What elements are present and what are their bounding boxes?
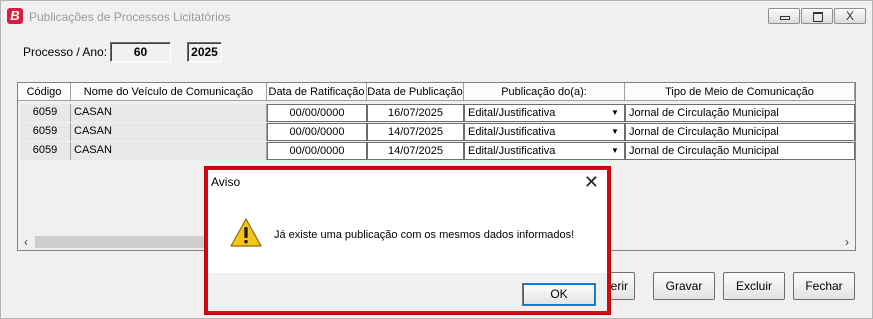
column-header-codigo[interactable]: Código (18, 83, 71, 101)
cell-codigo: 6059 (20, 123, 71, 141)
cell-tipo-publicacao[interactable]: Edital/Justificativa (464, 142, 625, 160)
cell-meio[interactable]: Jornal de Circulação Municipal (625, 104, 855, 122)
close-button[interactable]: X (834, 8, 866, 24)
scroll-right-icon[interactable]: › (839, 234, 855, 250)
cell-meio[interactable]: Jornal de Circulação Municipal (625, 123, 855, 141)
dialog-title: Aviso (211, 175, 241, 189)
cell-meio[interactable]: Jornal de Circulação Municipal (625, 142, 855, 160)
table-row[interactable]: 6059 CASAN 00/00/0000 14/07/2025 Edital/… (18, 142, 855, 160)
minimize-icon (769, 9, 799, 23)
app-icon: B (7, 8, 23, 24)
cell-nome: CASAN (71, 104, 267, 122)
maximize-icon (802, 9, 832, 23)
window-title: Publicações de Processos Licitatórios (29, 10, 231, 24)
cell-ratificacao[interactable]: 00/00/0000 (267, 142, 367, 160)
gravar-button[interactable]: Gravar (653, 272, 715, 300)
dialog-close-icon[interactable]: ✕ (584, 171, 599, 193)
cell-codigo: 6059 (20, 104, 71, 122)
dialog-message: Já existe uma publicação com os mesmos d… (274, 229, 575, 241)
chevron-down-icon[interactable]: ▼ (608, 125, 622, 139)
cell-publicacao[interactable]: 16/07/2025 (367, 104, 464, 122)
column-header-ratificacao[interactable]: Data de Ratificação (267, 83, 367, 101)
chevron-down-icon[interactable]: ▼ (608, 106, 622, 120)
column-header-tipo-meio[interactable]: Tipo de Meio de Comunicação (625, 83, 855, 101)
cell-codigo: 6059 (20, 142, 71, 160)
cell-tipo-publicacao[interactable]: Edital/Justificativa (464, 104, 625, 122)
processo-ano-field: 2025 (187, 42, 222, 62)
column-header-nome[interactable]: Nome do Veículo de Comunicação (71, 83, 267, 101)
processo-label: Processo / Ano: (23, 45, 108, 59)
cell-ratificacao[interactable]: 00/00/0000 (267, 123, 367, 141)
aviso-dialog: Aviso ✕ Já existe uma publicação com os … (205, 167, 610, 314)
column-header-publicacao[interactable]: Data de Publicação (367, 83, 464, 101)
chevron-down-icon[interactable]: ▼ (608, 144, 622, 158)
cell-nome: CASAN (71, 142, 267, 160)
close-icon: X (845, 9, 854, 23)
cell-publicacao[interactable]: 14/07/2025 (367, 123, 464, 141)
dialog-footer: OK (208, 273, 607, 311)
minimize-button[interactable] (768, 8, 800, 24)
processo-numero-field: 60 (110, 42, 171, 62)
cell-nome: CASAN (71, 123, 267, 141)
cell-tipo-publicacao[interactable]: Edital/Justificativa (464, 123, 625, 141)
cell-publicacao[interactable]: 14/07/2025 (367, 142, 464, 160)
maximize-button[interactable] (801, 8, 833, 24)
fechar-button[interactable]: Fechar (793, 272, 855, 300)
table-row[interactable]: 6059 CASAN 00/00/0000 16/07/2025 Edital/… (18, 104, 855, 122)
warning-icon (230, 218, 262, 247)
ok-button[interactable]: OK (522, 283, 596, 306)
title-bar: B Publicações de Processos Licitatórios … (1, 1, 872, 33)
column-header-publicacao-do[interactable]: Publicação do(a): (464, 83, 625, 101)
dialog-body: Já existe uma publicação com os mesmos d… (208, 198, 607, 273)
excluir-button[interactable]: Excluir (723, 272, 785, 300)
table-row[interactable]: 6059 CASAN 00/00/0000 14/07/2025 Edital/… (18, 123, 855, 141)
cell-ratificacao[interactable]: 00/00/0000 (267, 104, 367, 122)
grid-header: Código Nome do Veículo de Comunicação Da… (18, 83, 855, 101)
scroll-left-icon[interactable]: ‹ (18, 234, 34, 250)
